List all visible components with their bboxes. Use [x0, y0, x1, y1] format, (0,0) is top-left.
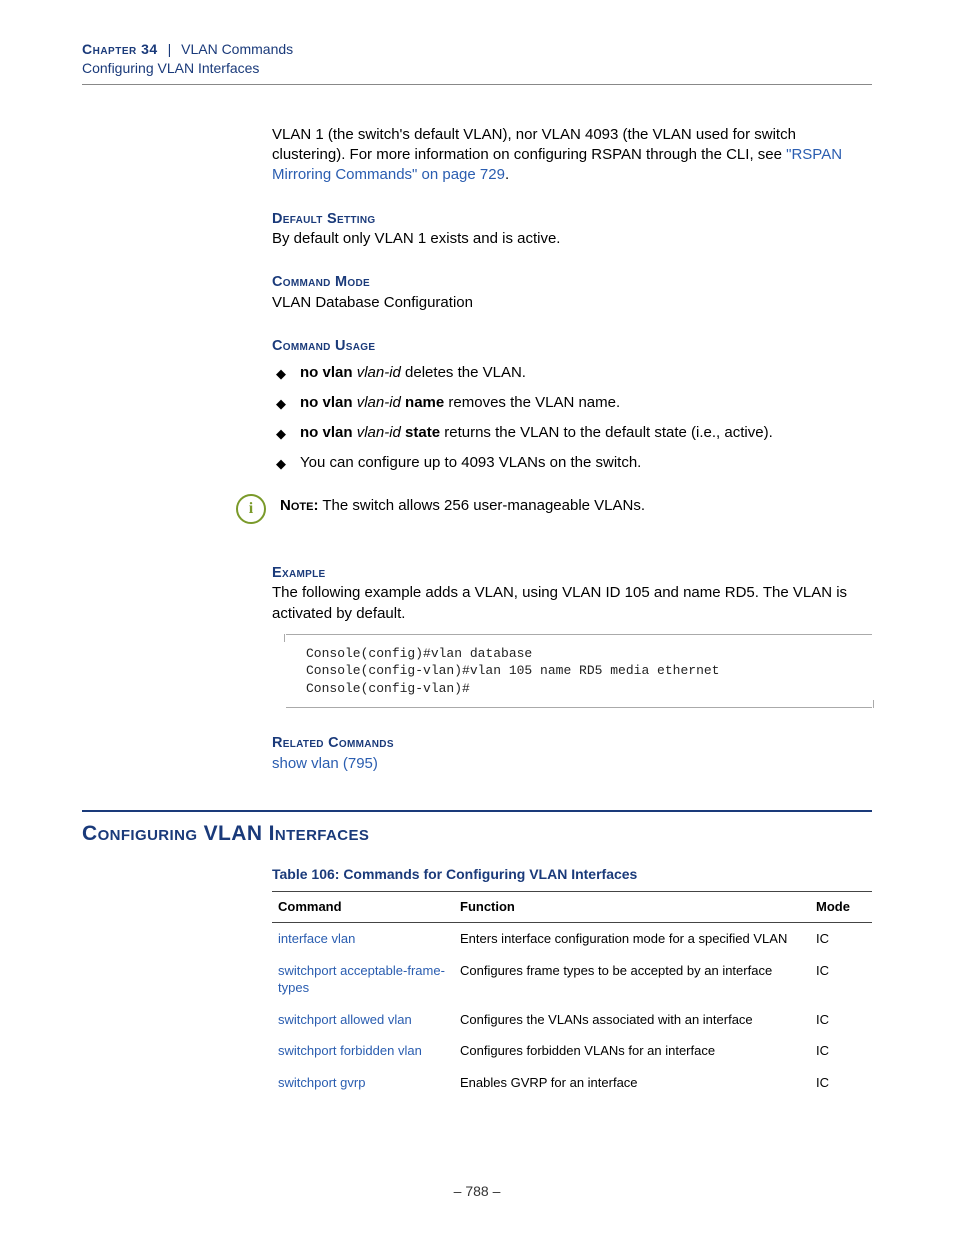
cmd-mode: IC — [810, 955, 872, 1004]
header-subhead: Configuring VLAN Interfaces — [82, 59, 872, 78]
usage-italic: vlan-id — [357, 394, 401, 411]
page-footer: – 788 – — [0, 1182, 954, 1201]
chapter-title: VLAN Commands — [181, 41, 293, 57]
table-block: Table 106: Commands for Configuring VLAN… — [272, 865, 872, 1099]
cmd-func: Enters interface configuration mode for … — [454, 923, 810, 955]
usage-bold: no vlan — [300, 394, 353, 411]
cmd-mode: IC — [810, 1067, 872, 1099]
command-mode-text: VLAN Database Configuration — [272, 293, 872, 313]
related-commands-block: Related Commands show vlan (795) — [272, 734, 872, 774]
cmd-mode: IC — [810, 923, 872, 955]
usage-italic: vlan-id — [357, 364, 401, 381]
command-mode-block: Command Mode VLAN Database Configuration — [272, 273, 872, 313]
usage-item: no vlan vlan-id deletes the VLAN. — [272, 363, 872, 383]
col-command: Command — [272, 892, 454, 923]
intro-paragraph: VLAN 1 (the switch's default VLAN), nor … — [272, 125, 872, 186]
example-text: The following example adds a VLAN, using… — [272, 583, 872, 624]
col-mode: Mode — [810, 892, 872, 923]
example-heading: Example — [272, 564, 872, 584]
default-setting-heading: Default Setting — [272, 210, 872, 230]
usage-item: no vlan vlan-id name removes the VLAN na… — [272, 393, 872, 413]
note-body: The switch allows 256 user-manageable VL… — [318, 497, 645, 514]
command-usage-block: Command Usage no vlan vlan-id deletes th… — [272, 337, 872, 474]
cmd-mode: IC — [810, 1004, 872, 1036]
usage-italic: vlan-id — [357, 424, 401, 441]
command-usage-heading: Command Usage — [272, 337, 872, 357]
cmd-link[interactable]: switchport acceptable-frame-types — [272, 955, 454, 1004]
table-row: switchport forbidden vlan Configures for… — [272, 1035, 872, 1067]
note-label: Note: — [280, 497, 318, 514]
usage-plain: You can configure up to 4093 VLANs on th… — [300, 454, 641, 471]
table-row: switchport gvrp Enables GVRP for an inte… — [272, 1067, 872, 1099]
intro-text-before: VLAN 1 (the switch's default VLAN), nor … — [272, 126, 796, 163]
table-row: switchport acceptable-frame-types Config… — [272, 955, 872, 1004]
usage-item: no vlan vlan-id state returns the VLAN t… — [272, 423, 872, 443]
info-icon: i — [236, 494, 266, 524]
usage-bold2: name — [405, 394, 444, 411]
cmd-link[interactable]: interface vlan — [272, 923, 454, 955]
section-rule — [82, 810, 872, 812]
note-text: Note: The switch allows 256 user-managea… — [280, 496, 645, 516]
usage-bold: no vlan — [300, 364, 353, 381]
page-header: Chapter 34 | VLAN Commands Configuring V… — [82, 40, 872, 78]
default-setting-text: By default only VLAN 1 exists and is act… — [272, 229, 872, 249]
cmd-mode: IC — [810, 1035, 872, 1067]
table-header-row: Command Function Mode — [272, 892, 872, 923]
related-heading: Related Commands — [272, 734, 872, 754]
default-setting-block: Default Setting By default only VLAN 1 e… — [272, 210, 872, 250]
intro-text-after: . — [505, 166, 509, 183]
chapter-line: Chapter 34 | VLAN Commands — [82, 40, 872, 59]
cmd-link[interactable]: switchport forbidden vlan — [272, 1035, 454, 1067]
usage-item: You can configure up to 4093 VLANs on th… — [272, 453, 872, 473]
cmd-func: Configures forbidden VLANs for an interf… — [454, 1035, 810, 1067]
cmd-link[interactable]: switchport gvrp — [272, 1067, 454, 1099]
cmd-link[interactable]: switchport allowed vlan — [272, 1004, 454, 1036]
table-row: switchport allowed vlan Configures the V… — [272, 1004, 872, 1036]
section-title: Configuring VLAN Interfaces — [82, 820, 872, 848]
table-row: interface vlan Enters interface configur… — [272, 923, 872, 955]
commands-table: Command Function Mode interface vlan Ent… — [272, 891, 872, 1098]
note-block: i Note: The switch allows 256 user-manag… — [236, 496, 872, 524]
command-usage-list: no vlan vlan-id deletes the VLAN. no vla… — [272, 363, 872, 474]
page-number: – 788 – — [454, 1183, 501, 1199]
chapter-label: Chapter 34 — [82, 41, 158, 57]
pipe-separator: | — [168, 41, 172, 57]
usage-bold2: state — [405, 424, 440, 441]
usage-rest: returns the VLAN to the default state (i… — [440, 424, 773, 441]
cmd-func: Enables GVRP for an interface — [454, 1067, 810, 1099]
cmd-func: Configures the VLANs associated with an … — [454, 1004, 810, 1036]
usage-rest: deletes the VLAN. — [401, 364, 526, 381]
col-function: Function — [454, 892, 810, 923]
usage-rest: removes the VLAN name. — [444, 394, 620, 411]
related-link[interactable]: show vlan (795) — [272, 754, 872, 774]
command-mode-heading: Command Mode — [272, 273, 872, 293]
example-block: Example The following example adds a VLA… — [272, 564, 872, 709]
header-rule — [82, 84, 872, 85]
cmd-func: Configures frame types to be accepted by… — [454, 955, 810, 1004]
usage-bold: no vlan — [300, 424, 353, 441]
table-title: Table 106: Commands for Configuring VLAN… — [272, 865, 872, 884]
example-code: Console(config)#vlan database Console(co… — [286, 634, 872, 709]
